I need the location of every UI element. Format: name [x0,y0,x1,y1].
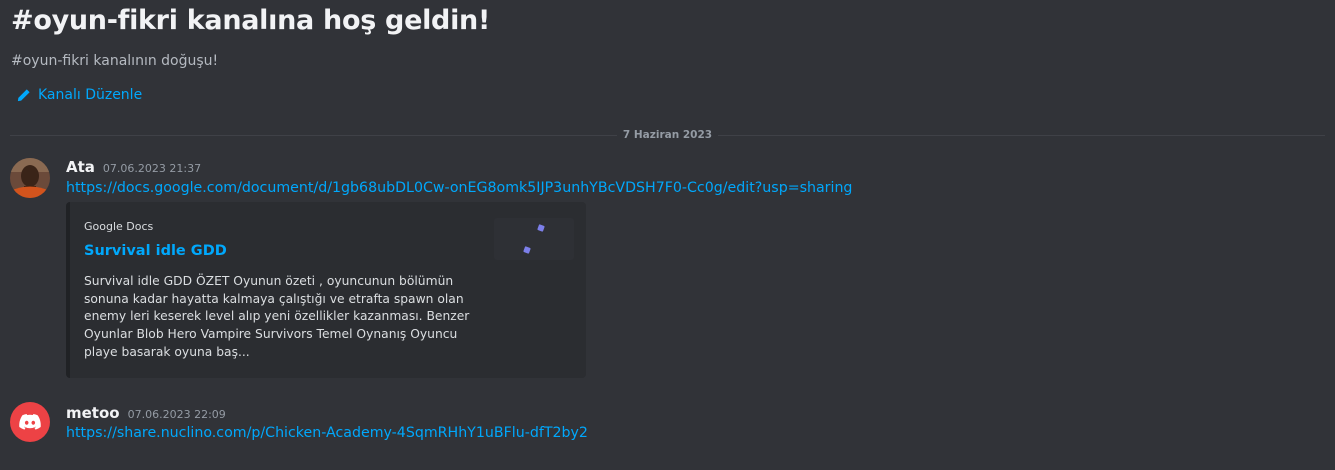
divider-line-right [718,134,1326,136]
thumbnail-dot [537,224,545,232]
embed-title[interactable]: Survival idle GDD [84,243,227,259]
embed-provider[interactable]: Google Docs [84,220,153,233]
message-link[interactable]: https://docs.google.com/document/d/1gb68… [66,180,852,196]
timestamp: 07.06.2023 21:37 [102,162,202,175]
user-avatar[interactable] [10,158,50,198]
discord-logo-icon [19,414,41,430]
welcome-subtitle: #oyun-fikri kanalının doğuşu! [11,53,219,69]
message-header: Ata 07.06.2023 21:37 [66,158,201,176]
divider-line-left [10,134,617,136]
message-link[interactable]: https://share.nuclino.com/p/Chicken-Acad… [66,425,588,441]
username[interactable]: metoo [66,404,120,422]
channel-view: #oyun-fikri kanalına hoş geldin! #oyun-f… [0,0,1335,470]
welcome-title: #oyun-fikri kanalına hoş geldin! [11,5,490,36]
pencil-icon [17,88,30,101]
date-divider-label: 7 Haziran 2023 [622,129,713,141]
edit-channel-button[interactable]: Kanalı Düzenle [16,87,142,103]
embed-description: Survival idle GDD ÖZET Oyunun özeti , oy… [84,274,470,359]
link-embed: Google Docs Survival idle GDD Survival i… [66,202,586,378]
username[interactable]: Ata [66,158,95,176]
user-avatar[interactable] [10,402,50,442]
timestamp: 07.06.2023 22:09 [127,408,226,421]
embed-thumbnail[interactable] [494,218,574,260]
user-photo-avatar-icon [10,158,50,198]
date-divider: 7 Haziran 2023 [10,126,1326,144]
thumbnail-dot [523,246,531,254]
message-header: metoo 07.06.2023 22:09 [66,404,226,422]
edit-channel-label: Kanalı Düzenle [38,87,143,103]
